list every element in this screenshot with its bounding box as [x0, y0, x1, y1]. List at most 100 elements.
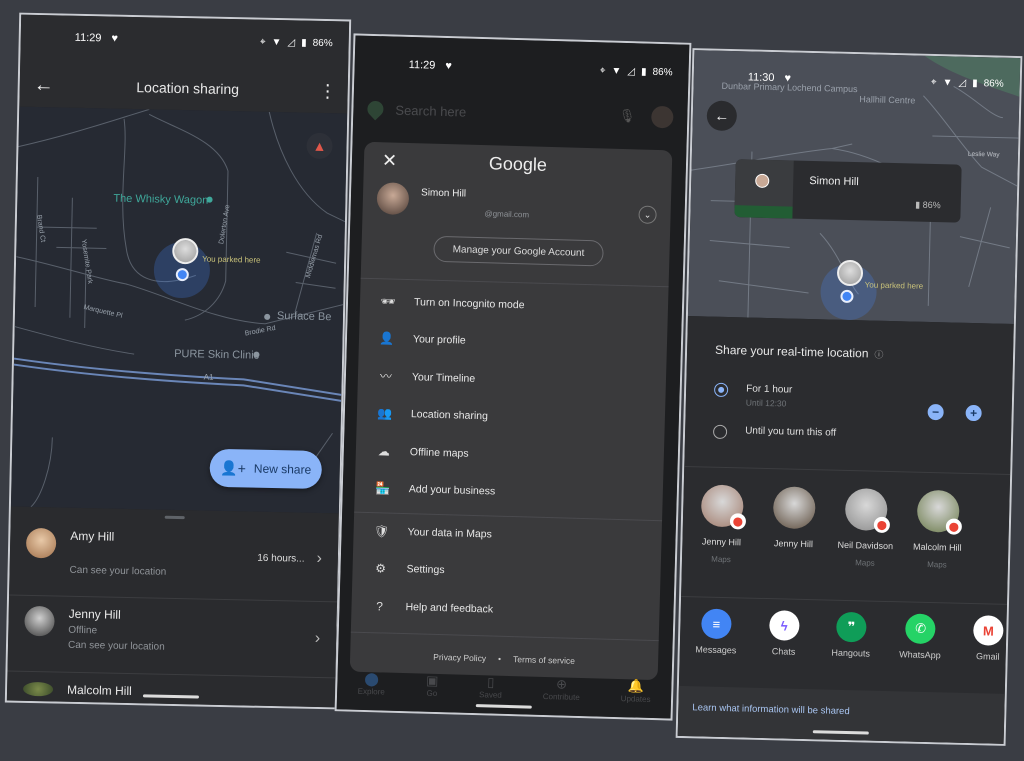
share-apps-list: ≡ Messages ϟ Chats ❞ Hangouts ✆ WhatsApp M Gmail: [695, 608, 1007, 662]
share-app-chats[interactable]: ϟ Chats: [766, 610, 803, 657]
battery-icon: ▮: [301, 37, 307, 49]
app-label: Chats: [771, 646, 796, 657]
contact-item[interactable]: Jenny Hill: [768, 486, 820, 566]
status-time: 11:30: [747, 71, 775, 85]
account-menu-screen: 11:29 ♥ ⌖ ▼ ◿ ▮ 86% Search here 🎙 ✕ Goog…: [334, 33, 692, 721]
poi-whisky-wagon[interactable]: The Whisky Wagon: [113, 193, 208, 207]
nav-label: Explore: [357, 686, 385, 697]
poi-pin-icon: ●: [262, 307, 272, 324]
gear-icon: ⚙: [375, 561, 387, 576]
status-bar: 11:30 ♥ ⌖ ▼ ◿ ▮ 86%: [693, 54, 1020, 106]
more-options-icon[interactable]: ⋮: [307, 80, 347, 102]
whatsapp-icon: ✆: [905, 613, 936, 645]
share-duration: 16 hours...: [257, 552, 305, 565]
street-label: Leslie Way: [967, 150, 1000, 159]
share-app-messages[interactable]: ≡ Messages: [695, 608, 737, 655]
share-app-whatsapp[interactable]: ✆ WhatsApp: [899, 613, 941, 660]
new-share-button[interactable]: 👤+ New share: [209, 448, 323, 490]
person-detail: Can see your location: [67, 639, 165, 653]
google-maps-badge-icon: ⬤: [945, 518, 963, 535]
menu-item-label: Offline maps: [409, 445, 469, 460]
account-name: Simon Hill: [420, 187, 467, 200]
menu-item-help-and-feedback[interactable]: ? Help and feedback: [351, 587, 660, 633]
app-label: Gmail: [975, 651, 1000, 662]
nav-contribute: ⊕ Contribute: [543, 676, 581, 702]
option-for-1-hour[interactable]: For 1 hour Until 12:30: [713, 382, 792, 409]
menu-item-label: Add your business: [408, 483, 496, 498]
header: ← Location sharing ⋮: [19, 67, 348, 110]
contact-avatar: ⬤: [916, 489, 963, 535]
messages-icon: ≡: [701, 608, 732, 640]
battery-level: 86%: [652, 66, 673, 78]
radio-selected[interactable]: [713, 382, 729, 398]
privacy-policy-link[interactable]: Privacy Policy: [433, 652, 486, 663]
menu-item-add-your-business[interactable]: 🏪 Add your business: [354, 469, 663, 515]
battery-icon: ▮: [972, 77, 978, 89]
explore-icon: ⬤: [364, 670, 380, 687]
share-app-hangouts[interactable]: ❞ Hangouts: [831, 611, 871, 659]
wifi-icon: ▼: [611, 65, 622, 77]
card-battery: ▮ 86%: [915, 200, 941, 212]
location-sharing-icon: 👥: [377, 406, 393, 421]
share-title: Share your real-time location ⓘ: [715, 343, 884, 361]
signal-icon: ◿: [627, 65, 636, 77]
bell-icon: 🔔: [627, 678, 645, 694]
user-location-card[interactable]: Simon Hill ▮ 86%: [734, 159, 962, 223]
heart-icon: ♥: [445, 59, 453, 73]
poi-pure-skin-clinic[interactable]: PURE Skin Clinic: [174, 348, 259, 362]
contact-item[interactable]: ⬤ Malcolm Hill Maps: [912, 489, 964, 570]
contact-name: Jenny Hill: [701, 536, 742, 548]
help-icon[interactable]: ⓘ: [874, 350, 883, 360]
menu-group-secondary: 🛡 Your data in Maps ⚙ Settings? Help and fee…: [351, 512, 662, 633]
battery-level: 86%: [983, 77, 1004, 90]
account-email: @gmail.com: [484, 209, 530, 220]
bookmark-icon: ▯: [487, 674, 495, 690]
nav-updates: 🔔 Updates: [621, 678, 651, 704]
manage-account-button[interactable]: Manage your Google Account: [433, 235, 604, 267]
chats-icon: ϟ: [768, 610, 800, 641]
decrease-duration-button[interactable]: −: [927, 403, 944, 421]
battery-icon: ▮: [640, 65, 647, 78]
shield-icon: 🛡: [373, 523, 390, 539]
poi-surface[interactable]: Surface Be: [277, 310, 332, 323]
person-row-jenny[interactable]: Jenny Hill Offline Can see your location…: [7, 595, 337, 679]
nav-saved: ▯ Saved: [479, 674, 502, 699]
mic-icon: 🎙: [618, 107, 636, 124]
menu-item-label: Location sharing: [410, 408, 489, 423]
increase-duration-button[interactable]: +: [965, 404, 982, 422]
avatar: [25, 527, 57, 559]
parked-label: You parked here: [864, 280, 924, 291]
radio-unselected[interactable]: [712, 424, 728, 440]
back-arrow-icon[interactable]: ←: [20, 73, 68, 97]
google-logo: Google: [488, 153, 548, 175]
avatar: [755, 173, 770, 188]
contact-name: Neil Davidson: [837, 539, 894, 552]
heart-icon: ♥: [111, 32, 119, 45]
share-app-gmail[interactable]: M Gmail: [970, 615, 1007, 662]
nav-label: Contribute: [542, 691, 580, 702]
contact-app: Maps: [711, 554, 731, 565]
location-sharing-screen: 11:29 ♥ ⌖ ▼ ◿ ▮ 86% ← Location sharing ⋮: [4, 12, 352, 710]
chevron-down-icon[interactable]: ⌄: [638, 205, 657, 224]
contact-item[interactable]: ⬤ Neil Davidson Maps: [837, 487, 894, 568]
learn-more-link[interactable]: Learn what information will be shared: [677, 685, 1005, 744]
profile-avatar: [651, 105, 674, 129]
signal-icon: ◿: [287, 36, 296, 48]
chevron-right-icon: ›: [314, 629, 321, 648]
add-person-icon: 👤+: [220, 459, 247, 476]
avatar: [22, 681, 54, 697]
terms-of-service-link[interactable]: Terms of service: [513, 654, 575, 666]
new-share-label: New share: [253, 461, 312, 477]
business-icon: 🏪: [375, 481, 391, 496]
poi-pin-icon: ●: [252, 345, 261, 362]
option-until-off[interactable]: Until you turn this off: [712, 424, 836, 442]
account-footer: Privacy Policy • Terms of service: [350, 650, 658, 669]
person-row-amy[interactable]: Amy Hill Can see your location 16 hours.…: [9, 515, 339, 603]
contact-item[interactable]: ⬤ Jenny Hill Maps: [696, 484, 748, 564]
poi-pin-icon: ●: [205, 190, 215, 207]
help-icon: ?: [376, 599, 384, 614]
person-row-malcolm[interactable]: Malcolm Hill: [7, 671, 336, 709]
status-time: 11:29: [408, 58, 436, 72]
contact-app: Maps: [927, 559, 947, 570]
account-avatar: [376, 182, 410, 216]
